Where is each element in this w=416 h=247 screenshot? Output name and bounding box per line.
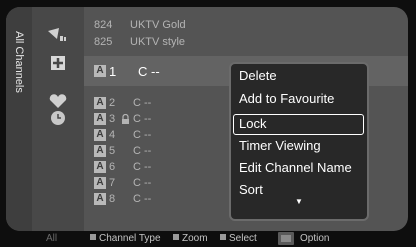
antenna-type-badge: A (94, 193, 106, 205)
footer-bar: All Channel Type Zoom Select Option (6, 231, 408, 247)
channel-number: 825 (94, 36, 113, 48)
footer-option-label[interactable]: Option (300, 233, 329, 244)
footer-channel-type-label: Channel Type (99, 233, 161, 244)
channel-list-panel: All Channels 824 UKTV Gold 825 UKTV styl… (6, 7, 408, 231)
menu-item-lock[interactable]: Lock (239, 116, 266, 131)
channel-number: 824 (94, 19, 113, 31)
footer-zoom-label: Zoom (182, 233, 208, 244)
antenna-type-badge: A (94, 161, 106, 173)
channel-name: UKTV style (130, 36, 186, 48)
channel-name: C -- (133, 113, 152, 125)
menu-item-timer-viewing[interactable]: Timer Viewing (239, 138, 321, 153)
antenna-type-badge: A (94, 97, 106, 109)
footer-select-label: Select (229, 233, 257, 244)
star-plus-icon[interactable] (47, 55, 69, 71)
channel-number: 2 (109, 97, 116, 109)
scroll-down-icon[interactable]: ▼ (295, 197, 303, 206)
channel-name: C -- (133, 145, 152, 157)
button-square-icon (90, 234, 96, 240)
menu-item-sort[interactable]: Sort (239, 182, 263, 197)
channel-name: UKTV Gold (130, 19, 186, 31)
channel-name: C -- (138, 64, 160, 79)
channel-name: C -- (133, 177, 152, 189)
clock-icon[interactable] (47, 110, 69, 126)
antenna-icon[interactable] (47, 27, 69, 43)
channel-name: C -- (133, 193, 152, 205)
channel-name: C -- (133, 129, 152, 141)
channel-number: 6 (109, 161, 116, 173)
channel-name: C -- (133, 161, 152, 173)
footer-tab-all: All (46, 233, 58, 244)
channel-number: 7 (109, 177, 116, 189)
antenna-type-badge: A (94, 113, 106, 125)
all-channels-tab[interactable]: All Channels (6, 7, 32, 231)
antenna-type-badge: A (94, 65, 106, 77)
all-channels-tab-label: All Channels (13, 31, 25, 93)
footer-zoom[interactable]: Zoom (173, 233, 208, 244)
channel-number: 3 (109, 113, 116, 125)
antenna-type-badge: A (94, 177, 106, 189)
list-item[interactable]: 824 UKTV Gold (84, 17, 408, 35)
footer-select[interactable]: Select (220, 233, 257, 244)
channel-number: 5 (109, 145, 116, 157)
channel-name: C -- (133, 97, 152, 109)
list-item[interactable]: 825 UKTV style (84, 34, 408, 52)
antenna-type-badge: A (94, 129, 106, 141)
button-square-icon (173, 234, 179, 240)
menu-item-add-to-favourite[interactable]: Add to Favourite (239, 91, 334, 106)
menu-item-edit-channel-name[interactable]: Edit Channel Name (239, 160, 352, 175)
menu-item-delete[interactable]: Delete (239, 68, 277, 83)
antenna-type-badge: A (94, 145, 106, 157)
tools-icon[interactable] (278, 232, 294, 245)
category-icon-column (32, 7, 84, 231)
footer-channel-type[interactable]: Channel Type (90, 233, 161, 244)
heart-icon[interactable] (47, 93, 69, 109)
tools-popup-menu: Delete Add to Favourite Lock Timer Viewi… (229, 62, 369, 221)
channel-number: 8 (109, 193, 116, 205)
button-square-icon (220, 234, 226, 240)
lock-icon (122, 114, 129, 124)
channel-number: 1 (109, 64, 117, 79)
channel-number: 4 (109, 129, 116, 141)
